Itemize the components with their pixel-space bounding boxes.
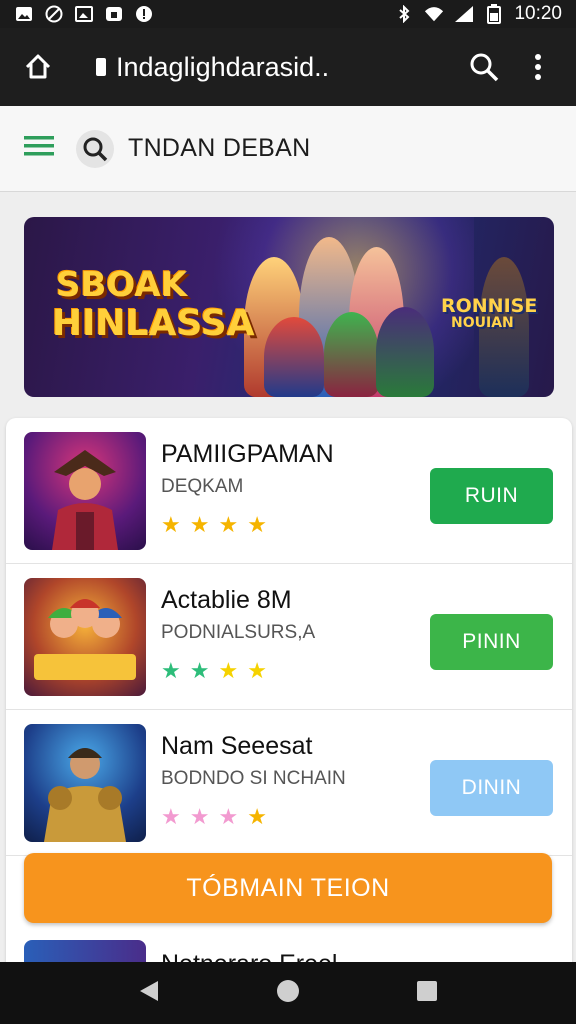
home-circle-icon[interactable] [275, 978, 301, 1009]
banner-title-line2: HINLASSA [52, 303, 255, 344]
game-name: Nam Seeesat [161, 732, 313, 760]
star-icon: ★ [247, 512, 267, 537]
page-title: TNDAN DEBAN [128, 134, 311, 162]
star-icon: ★ [218, 804, 239, 829]
bluetooth-icon [394, 5, 414, 23]
url-text: Indaglighdarasid.. [116, 51, 330, 82]
app-header: TNDAN DEBAN [0, 106, 576, 192]
game-thumbnail [24, 724, 146, 842]
game-subtitle: DEQKAM [161, 476, 244, 497]
star-icon: ★ [161, 658, 181, 683]
system-nav-bar [0, 962, 576, 1024]
recents-icon[interactable] [416, 980, 438, 1007]
lock-app-icon [104, 5, 124, 23]
star-icon: ★ [247, 804, 267, 829]
game-subtitle: BODNDO SI NCHAIN [161, 768, 346, 789]
star-icon: ★ [161, 804, 181, 829]
game-name: Actablie 8M [161, 586, 292, 614]
star-icon: ★ [161, 512, 181, 537]
more-vert-icon[interactable] [518, 47, 558, 87]
star-icon: ★ [189, 804, 210, 829]
menu-icon[interactable] [24, 135, 54, 162]
game-thumbnail [24, 940, 146, 962]
banner-title-line1: SBOAK [56, 265, 188, 305]
play-button[interactable]: RUIN [430, 468, 553, 524]
back-icon[interactable] [138, 979, 160, 1008]
star-icon: ★ [218, 512, 239, 537]
signal-icon [454, 5, 474, 23]
url-bar[interactable]: Indaglighdarasid.. [96, 52, 464, 83]
hero-figure [376, 307, 434, 397]
list-item[interactable]: Actablie 8M PODNIALSURS,A ★ ★ ★ ★ PININ [6, 564, 572, 710]
search-icon[interactable] [76, 129, 114, 168]
rating-stars: ★ ★ ★ ★ [161, 804, 267, 830]
game-name: PAMIIGPAMAN [161, 440, 334, 468]
search-icon[interactable] [464, 47, 504, 87]
battery-icon [484, 4, 504, 24]
alert-icon [134, 5, 154, 23]
gallery-icon [14, 5, 34, 23]
banner-side-line1: RONNISE [441, 295, 538, 317]
home-icon[interactable] [18, 47, 58, 87]
hero-figure [324, 312, 379, 397]
play-button[interactable]: PININ [430, 614, 553, 670]
hero-figure [264, 317, 324, 397]
promo-banner[interactable]: SBOAK HINLASSA RONNISE NOUIAN [24, 217, 554, 397]
rating-stars: ★ ★ ★ ★ [161, 512, 267, 538]
game-thumbnail [24, 432, 146, 550]
star-icon: ★ [189, 658, 210, 683]
cta-button[interactable]: TÓBMAIN TEION [24, 853, 552, 923]
list-item[interactable]: PAMIIGPAMAN DEQKAM ★ ★ ★ ★ RUIN [6, 418, 572, 564]
banner-side-line2: NOUIAN [451, 315, 514, 331]
wifi-icon [424, 5, 444, 23]
list-item[interactable]: Nam Seeesat BODNDO SI NCHAIN ★ ★ ★ ★ DIN… [6, 710, 572, 856]
ban-icon [44, 5, 64, 23]
status-bar: 10:20 [0, 0, 576, 28]
star-icon: ★ [189, 512, 210, 537]
status-time: 10:20 [514, 3, 562, 24]
star-icon: ★ [218, 658, 239, 683]
game-thumbnail [24, 578, 146, 696]
game-name: Netneraro Ereel [161, 950, 337, 962]
play-button[interactable]: DININ [430, 760, 553, 816]
rating-stars: ★ ★ ★ ★ [161, 658, 267, 684]
star-icon: ★ [247, 658, 267, 683]
browser-toolbar: Indaglighdarasid.. [0, 28, 576, 106]
photo-icon [74, 5, 94, 23]
lock-icon [96, 58, 106, 76]
game-subtitle: PODNIALSURS,A [161, 622, 316, 643]
